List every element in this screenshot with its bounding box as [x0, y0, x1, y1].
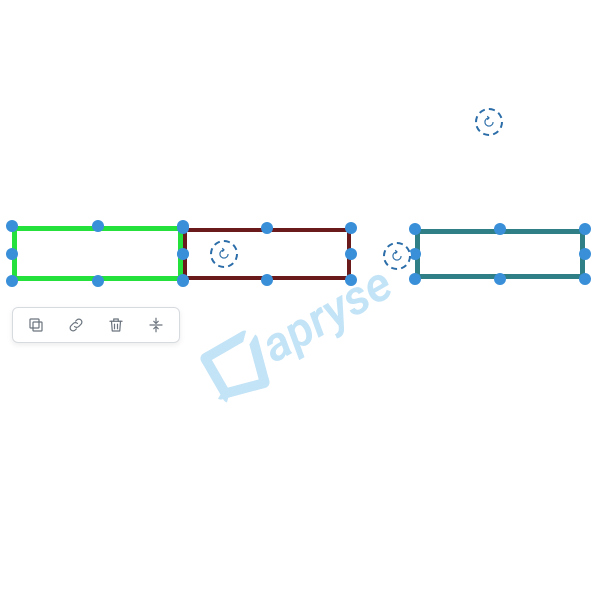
annotation-toolbar: [12, 307, 180, 343]
collapse-vertical-icon[interactable]: [145, 314, 167, 336]
resize-handle-sw[interactable]: [177, 274, 189, 286]
link-icon[interactable]: [65, 314, 87, 336]
rotate-handle[interactable]: [383, 242, 411, 270]
resize-handle-se[interactable]: [345, 274, 357, 286]
resize-handle-sw[interactable]: [409, 273, 421, 285]
resize-handle-sw[interactable]: [6, 275, 18, 287]
resize-handle-s[interactable]: [261, 274, 273, 286]
resize-handle-n[interactable]: [261, 222, 273, 234]
resize-handle-e[interactable]: [345, 248, 357, 260]
resize-handle-se[interactable]: [579, 273, 591, 285]
resize-handle-w[interactable]: [177, 248, 189, 260]
resize-handle-ne[interactable]: [345, 222, 357, 234]
annotation-outline: [415, 229, 585, 279]
annotation-rect-teal[interactable]: [415, 229, 585, 279]
copy-icon[interactable]: [25, 314, 47, 336]
canvas[interactable]: apryse: [0, 0, 600, 600]
resize-handle-e[interactable]: [579, 248, 591, 260]
resize-handle-s[interactable]: [92, 275, 104, 287]
rotate-handle[interactable]: [475, 108, 503, 136]
resize-handle-n[interactable]: [494, 223, 506, 235]
annotation-rect-maroon[interactable]: [183, 228, 351, 280]
resize-handle-w[interactable]: [6, 248, 18, 260]
resize-handle-nw[interactable]: [409, 223, 421, 235]
watermark-logo: [198, 328, 274, 404]
annotation-outline: [12, 226, 183, 281]
resize-handle-nw[interactable]: [177, 222, 189, 234]
annotation-rect-green[interactable]: [12, 226, 183, 281]
resize-handle-n[interactable]: [92, 220, 104, 232]
rotate-handle[interactable]: [210, 240, 238, 268]
resize-handle-s[interactable]: [494, 273, 506, 285]
resize-handle-nw[interactable]: [6, 220, 18, 232]
resize-handle-ne[interactable]: [579, 223, 591, 235]
delete-icon[interactable]: [105, 314, 127, 336]
annotation-outline: [183, 228, 351, 280]
